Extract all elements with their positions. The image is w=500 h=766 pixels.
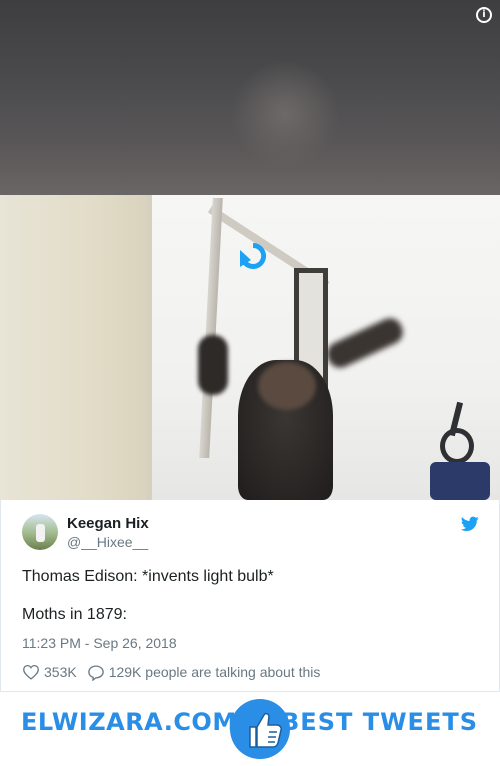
avatar[interactable] [22, 514, 58, 550]
like-button[interactable]: 353K [22, 664, 77, 680]
tweet-video[interactable]: i [0, 0, 500, 500]
site-logo-text[interactable]: ELWIZARA.COM [21, 708, 237, 736]
conversation-link[interactable]: 129K people are talking about this [87, 664, 321, 681]
tweet-actions: 353K 129K people are talking about this [22, 662, 320, 682]
conversation-text: 129K people are talking about this [108, 664, 321, 680]
tweet-text: Thomas Edison: *invents light bulb* Moth… [22, 567, 482, 625]
comment-bubble-icon [87, 664, 104, 681]
play-icon[interactable] [237, 240, 269, 272]
author-display-name[interactable]: Keegan Hix [67, 515, 149, 532]
like-count: 353K [44, 664, 77, 680]
tweet-text-line: Moths in 1879: [22, 606, 127, 623]
site-banner: ELWIZARA.COM BEST TWEETS [0, 692, 500, 766]
heart-icon [23, 664, 39, 680]
tweet-card: Keegan Hix @__Hixee__ Thomas Edison: *in… [0, 500, 500, 692]
twitter-bird-icon[interactable] [461, 516, 479, 532]
info-icon[interactable]: i [476, 7, 492, 23]
author-handle[interactable]: @__Hixee__ [67, 534, 148, 550]
tweet-timestamp[interactable]: 11:23 PM - Sep 26, 2018 [22, 635, 177, 651]
video-frame-chair [430, 462, 490, 500]
tweet-text-line: Thomas Edison: *invents light bulb* [22, 568, 274, 585]
banner-tagline: BEST TWEETS [281, 708, 478, 736]
